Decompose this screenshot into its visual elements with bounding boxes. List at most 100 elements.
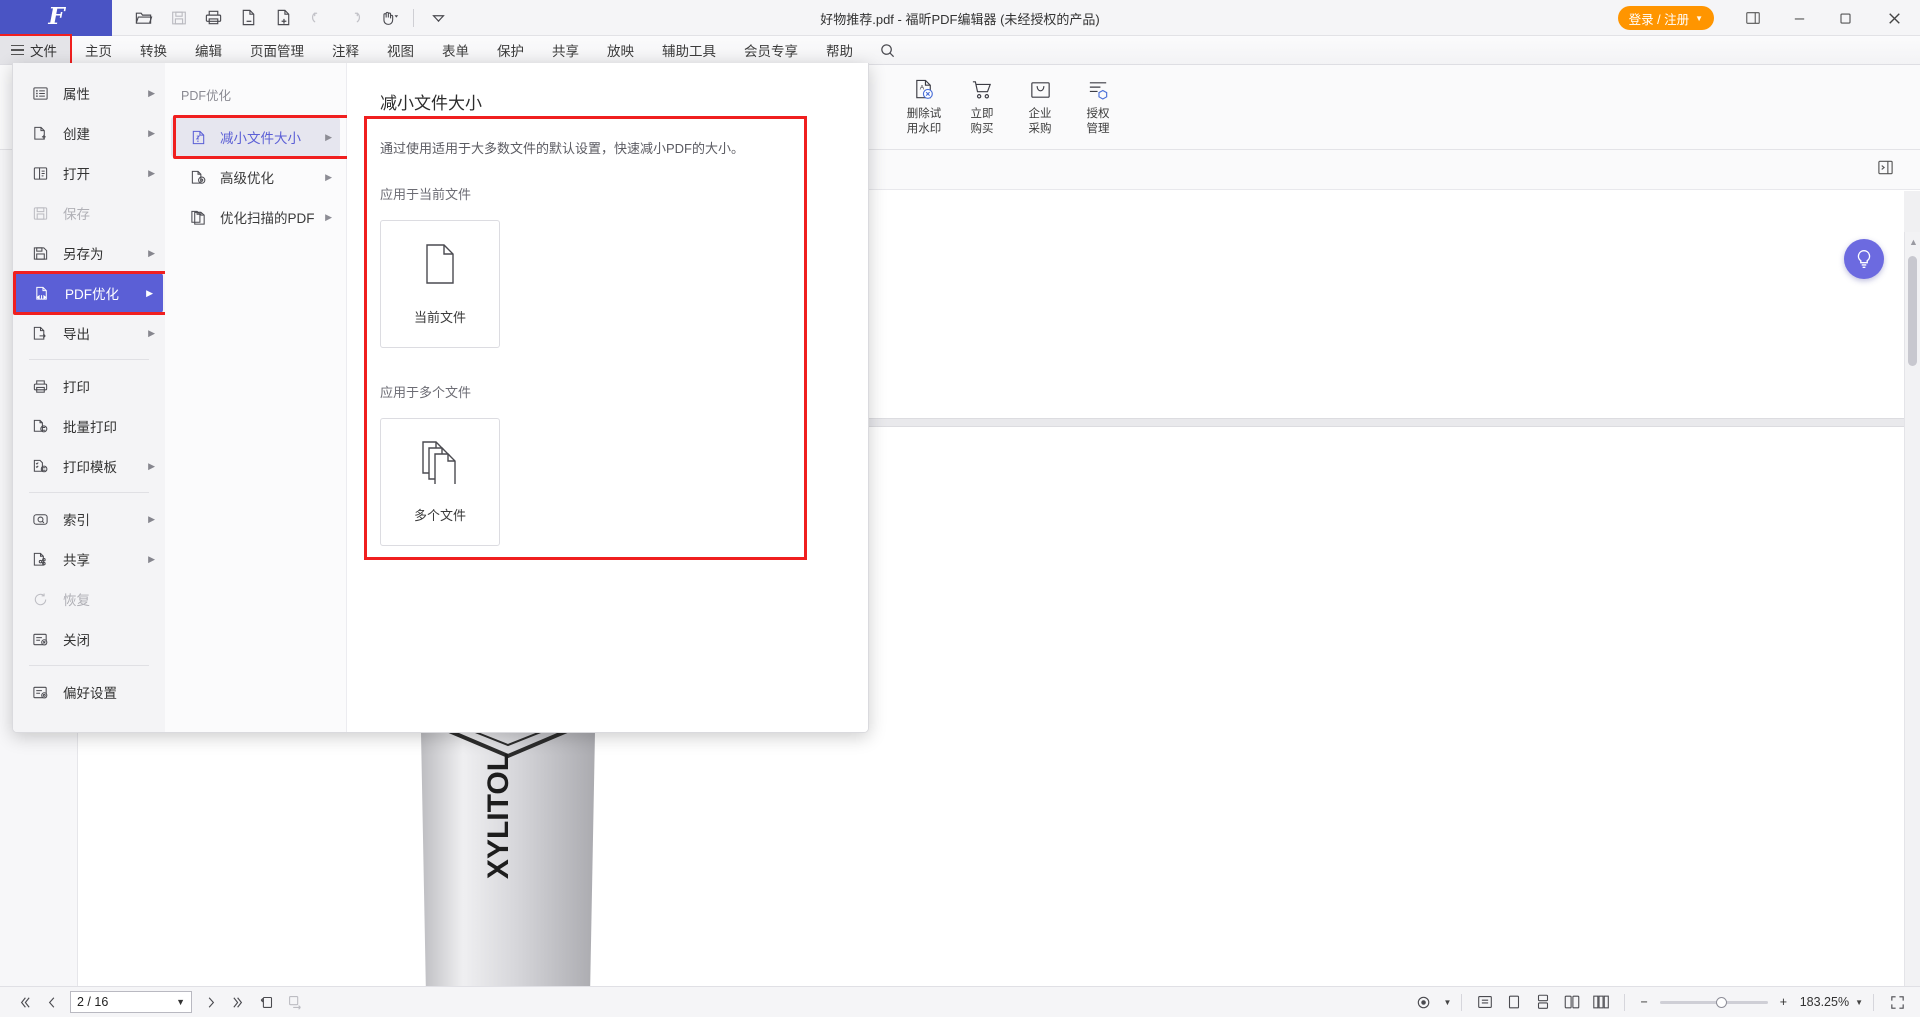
file-menu-item-properties[interactable]: 属性 ▶ [13, 73, 165, 113]
file-menu-label: 保存 [63, 207, 90, 222]
remove-watermark-label: 删除试 用水印 [906, 108, 942, 135]
fullscreen-icon[interactable] [1884, 990, 1910, 1014]
minimize-icon[interactable] [1776, 0, 1822, 36]
expand-panel-icon[interactable] [1877, 159, 1894, 181]
two-page-icon[interactable] [1559, 990, 1585, 1014]
redo-icon[interactable] [338, 4, 369, 32]
save-icon[interactable] [163, 4, 194, 32]
buy-now-button[interactable]: 立即 购买 [953, 71, 1011, 137]
next-page-icon[interactable] [198, 990, 224, 1014]
menu-item-convert[interactable]: 转换 [126, 36, 181, 64]
scrollbar-thumb[interactable] [1908, 256, 1917, 366]
chevron-down-icon[interactable]: ▼ [1855, 998, 1863, 1007]
single-page-icon[interactable] [1501, 990, 1527, 1014]
undo-icon[interactable] [303, 4, 334, 32]
svg-text:XYLITOL: XYLITOL [482, 753, 515, 879]
single-document-icon [421, 242, 459, 291]
enterprise-purchase-button[interactable]: 企业 采购 [1011, 71, 1069, 137]
file-menu-item-pdf-optimize[interactable]: PDF优化 ▶ [13, 271, 170, 315]
tile-multiple-files[interactable]: 多个文件 [380, 418, 500, 546]
login-button[interactable]: 登录 / 注册 ▼ [1617, 6, 1714, 30]
menu-item-accessibility[interactable]: 辅助工具 [648, 36, 730, 64]
maximize-icon[interactable] [1822, 0, 1868, 36]
file-menu-item-preferences[interactable]: 偏好设置 [13, 672, 165, 712]
menu-item-page-manage[interactable]: 页面管理 [236, 36, 318, 64]
tile-multiple-files-label: 多个文件 [413, 508, 466, 523]
last-page-icon[interactable] [226, 990, 252, 1014]
file-menu-item-share[interactable]: 共享 ▶ [13, 539, 165, 579]
bag-icon [1028, 77, 1053, 103]
file-menu-list: 属性 ▶ 创建 ▶ 打开 ▶ 保存 另存为 ▶ PDF优化 ▶ 导出 ▶ 打印 … [13, 63, 170, 732]
menu-file-label: 文件 [30, 44, 57, 59]
submenu-item-advanced-optimize[interactable]: 高级优化 ▶ [171, 157, 340, 197]
file-menu-item-export[interactable]: 导出 ▶ [13, 313, 165, 353]
page-remove-icon[interactable] [233, 4, 264, 32]
menu-divider [29, 665, 149, 666]
enterprise-purchase-label: 企业 采购 [1028, 108, 1052, 135]
menu-item-file[interactable]: 文件 [0, 34, 72, 67]
zoom-in-button[interactable]: + [1775, 995, 1792, 1009]
cart-icon [970, 77, 995, 103]
zoom-slider[interactable] [1659, 996, 1768, 1008]
fit-page-icon[interactable] [254, 990, 280, 1014]
license-manage-button[interactable]: 授权 管理 [1069, 71, 1127, 137]
export-icon [31, 325, 49, 342]
zoom-track[interactable] [1659, 996, 1768, 1008]
menu-item-view[interactable]: 视图 [373, 36, 428, 64]
reader-view-icon[interactable] [1472, 990, 1498, 1014]
search-icon[interactable] [867, 36, 908, 64]
menu-item-comment[interactable]: 注释 [318, 36, 373, 64]
ai-assistant-button[interactable] [1844, 239, 1884, 279]
remove-watermark-button[interactable]: A 删除试 用水印 [895, 71, 953, 137]
multi-page-icon[interactable] [1588, 990, 1614, 1014]
advanced-optimize-icon [189, 169, 207, 186]
file-menu-item-batch-print[interactable]: 批量打印 [13, 406, 165, 446]
submenu-item-optimize-scanned[interactable]: 优化扫描的PDF ▶ [171, 197, 340, 237]
continuous-page-icon[interactable] [1530, 990, 1556, 1014]
view-mode-icon[interactable] [1412, 990, 1438, 1014]
restore-layout-icon[interactable] [1730, 0, 1776, 36]
section-label-multiple: 应用于多个文件 [380, 385, 472, 400]
file-menu-item-open[interactable]: 打开 ▶ [13, 153, 165, 193]
vertical-scrollbar[interactable]: ▲ ▼ [1904, 232, 1920, 1017]
menu-item-form[interactable]: 表单 [428, 36, 483, 64]
file-menu-item-index[interactable]: 索引 ▶ [13, 499, 165, 539]
menu-item-present[interactable]: 放映 [593, 36, 648, 64]
menu-divider [29, 492, 149, 493]
menu-item-edit[interactable]: 编辑 [181, 36, 236, 64]
page-number-input[interactable]: 2 / 16 ▼ [70, 991, 192, 1013]
prev-page-icon[interactable] [38, 990, 64, 1014]
menu-item-membership[interactable]: 会员专享 [730, 36, 812, 64]
menu-item-share[interactable]: 共享 [538, 36, 593, 64]
first-page-icon[interactable] [10, 990, 36, 1014]
scroll-up-icon[interactable]: ▲ [1909, 237, 1918, 247]
file-menu-item-save-as[interactable]: 另存为 ▶ [13, 233, 165, 273]
submenu-item-reduce-size[interactable]: 减小文件大小 ▶ [171, 115, 351, 159]
hand-tool-icon[interactable] [373, 4, 404, 32]
zoom-out-button[interactable]: − [1635, 995, 1652, 1009]
print-icon[interactable] [198, 4, 229, 32]
file-menu-item-create[interactable]: 创建 ▶ [13, 113, 165, 153]
menu-item-protect[interactable]: 保护 [483, 36, 538, 64]
file-menu-item-print[interactable]: 打印 [13, 366, 165, 406]
page-add-icon[interactable] [268, 4, 299, 32]
menu-item-help[interactable]: 帮助 [812, 36, 867, 64]
zoom-knob[interactable] [1715, 996, 1727, 1008]
chevron-down-icon[interactable]: ▼ [176, 997, 185, 1007]
chevron-down-icon[interactable] [423, 4, 454, 32]
chevron-right-icon: ▶ [148, 127, 155, 138]
fit-width-icon[interactable] [282, 990, 308, 1014]
open-icon[interactable] [128, 4, 159, 32]
buy-now-label: 立即 购买 [970, 108, 994, 135]
chevron-right-icon: ▶ [325, 211, 332, 222]
menu-item-home[interactable]: 主页 [71, 36, 126, 64]
zoom-level-value[interactable]: 183.25% [1795, 995, 1849, 1009]
printer-icon [31, 378, 49, 395]
chevron-down-icon[interactable]: ▼ [1444, 998, 1452, 1007]
close-doc-icon [31, 631, 49, 648]
file-menu-item-close[interactable]: 关闭 [13, 619, 165, 659]
file-menu-item-print-template[interactable]: 打印模板 ▶ [13, 446, 165, 486]
tile-current-file[interactable]: 当前文件 [380, 220, 500, 348]
close-icon[interactable] [1868, 0, 1920, 36]
chevron-right-icon: ▶ [148, 553, 155, 564]
